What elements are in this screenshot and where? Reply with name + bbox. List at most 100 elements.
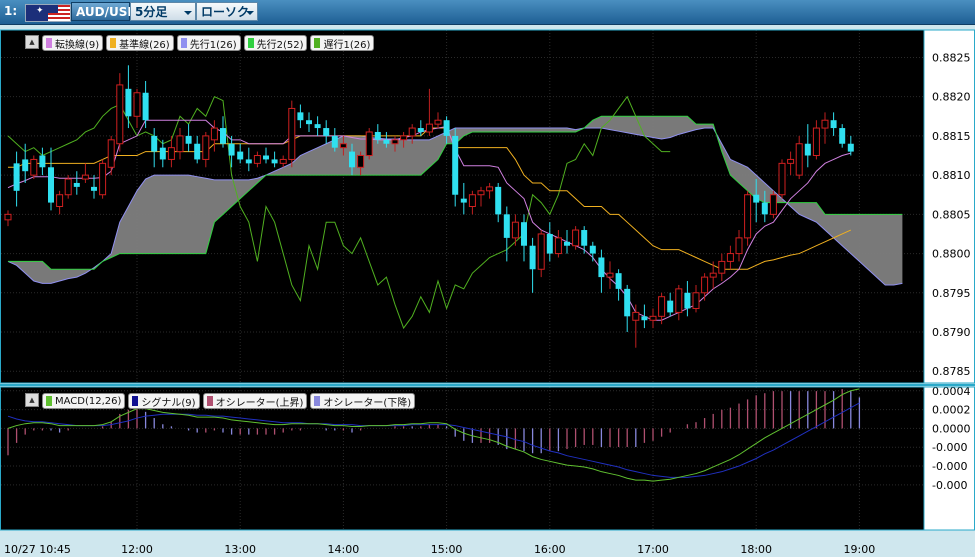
candle-body-down: [185, 135, 192, 144]
y-tick-label: 0.8825: [932, 51, 971, 64]
legend-senkou2[interactable]: 先行2(52): [243, 35, 308, 51]
y-tick-label: -0.000: [932, 460, 967, 473]
candle-body-down: [452, 135, 459, 195]
x-tick-label: 14:00: [328, 543, 360, 556]
candle-body-up: [735, 237, 743, 255]
currency-pair-button[interactable]: AUD/USD: [71, 2, 137, 21]
candle-body-up: [537, 233, 545, 270]
candle-body-up: [787, 158, 795, 164]
candle-body-down: [417, 128, 424, 132]
candle-body-down: [194, 143, 201, 160]
candle-body-down: [271, 159, 278, 164]
candle-body-up: [632, 311, 640, 321]
sub-legend: ▲ MACD(12,26) シグナル(9) オシレーター(上昇) オシレーター(…: [25, 393, 416, 409]
chart-slot-number: 1:: [4, 4, 18, 18]
currency-flag-icon: [25, 4, 71, 22]
legend-tenkan[interactable]: 転換線(9): [42, 35, 104, 51]
candle-body-up: [675, 288, 683, 313]
candle-body-down: [22, 159, 29, 172]
candle-body-up: [202, 135, 210, 160]
candle-body-down: [847, 143, 854, 152]
x-tick-label: 10/27 10:45: [4, 543, 71, 556]
candle-body-up: [511, 221, 519, 239]
candle-body-down: [13, 163, 20, 191]
y-tick-label: 0.8805: [932, 208, 971, 221]
y-tick-label: 0.8800: [932, 248, 971, 261]
legend-signal[interactable]: シグナル(9): [128, 393, 200, 409]
candle-body-up: [795, 143, 803, 176]
candle-body-down: [48, 167, 54, 203]
y-tick-label: 0.8815: [932, 130, 971, 143]
candle-body-down: [460, 198, 467, 203]
candle-body-up: [425, 123, 433, 133]
y-tick-label: 0.8785: [932, 365, 971, 378]
chart-type-dropdown[interactable]: ローソク: [196, 2, 258, 21]
candle-body-up: [709, 272, 717, 278]
legend-macd[interactable]: MACD(12,26): [42, 393, 126, 409]
legend-kijun[interactable]: 基準線(26): [106, 35, 174, 51]
legend-osc-down[interactable]: オシレーター(下降): [310, 393, 416, 409]
y-tick-label: -0.000: [932, 441, 967, 454]
candle-body-up: [133, 92, 141, 117]
candle-body-down: [91, 186, 97, 191]
candle-body-down: [323, 128, 330, 136]
candle-body-up: [116, 84, 124, 145]
timeframe-dropdown[interactable]: 5分足: [130, 2, 196, 21]
candle-body-down: [624, 288, 631, 317]
collapse-panel-icon[interactable]: ▲: [25, 35, 39, 49]
candle-body-up: [649, 315, 657, 321]
x-tick-label: 16:00: [534, 543, 566, 556]
legend-osc-up[interactable]: オシレーター(上昇): [202, 393, 308, 409]
candle-body-up: [778, 162, 786, 196]
collapse-sub-panel-icon[interactable]: ▲: [25, 393, 39, 407]
candle-body-up: [821, 119, 829, 129]
candle-body-down: [529, 245, 536, 270]
candle-body-down: [443, 120, 450, 136]
candle-body-down: [237, 151, 244, 160]
candle-body-up: [167, 147, 175, 160]
main-legend: ▲ 転換線(9) 基準線(26) 先行1(26) 先行2(52) 遅行1(26): [25, 35, 375, 51]
candle-body-down: [830, 120, 837, 129]
candle-body-down: [245, 159, 252, 164]
candle-body-up: [365, 131, 373, 157]
candle-body-down: [761, 202, 768, 215]
candle-body-up: [658, 296, 666, 317]
y-tick-label: 0.8820: [932, 91, 971, 104]
candle-body-down: [374, 131, 381, 140]
candle-body-up: [391, 139, 399, 145]
legend-chikou[interactable]: 遅行1(26): [310, 35, 375, 51]
candle-body-down: [220, 128, 226, 144]
candle-body-up: [486, 186, 494, 192]
x-tick-label: 17:00: [637, 543, 669, 556]
candle-body-down: [804, 143, 811, 156]
y-tick-label: 0.0002: [932, 404, 971, 417]
candle-body-up: [357, 155, 365, 168]
candle-body-down: [349, 151, 355, 168]
candle-body-up: [339, 143, 347, 149]
candle-body-down: [839, 128, 846, 144]
candle-body-down: [73, 182, 80, 187]
candle-body-down: [589, 245, 596, 254]
y-tick-label: -0.000: [932, 479, 967, 492]
title-bar: 1: AUD/USD 5分足 ローソク: [0, 0, 975, 25]
x-tick-label: 13:00: [224, 543, 256, 556]
legend-senkou1[interactable]: 先行1(26): [176, 35, 241, 51]
x-tick-label: 18:00: [740, 543, 772, 556]
candle-body-down: [753, 194, 760, 203]
candle-body-down: [263, 155, 269, 160]
candle-body-down: [142, 92, 149, 121]
candle-body-up: [279, 158, 287, 164]
candle-body-up: [726, 253, 734, 262]
candle-body-up: [554, 237, 562, 255]
candle-body-up: [400, 135, 408, 141]
chart-area[interactable]: 10/27 10:45 12:00 13:00 14:00 15:00 16:00 17:0…: [0, 24, 975, 557]
candle-body-up: [701, 276, 709, 294]
y-tick-label: 0.8795: [932, 287, 971, 300]
candle-body-down: [314, 124, 321, 129]
candle-body-up: [107, 139, 115, 168]
candle-body-down: [125, 88, 132, 117]
candle-body-up: [408, 127, 416, 137]
candle-body-up: [744, 194, 752, 239]
candle-body-up: [30, 158, 38, 176]
x-tick-label: 19:00: [844, 543, 876, 556]
